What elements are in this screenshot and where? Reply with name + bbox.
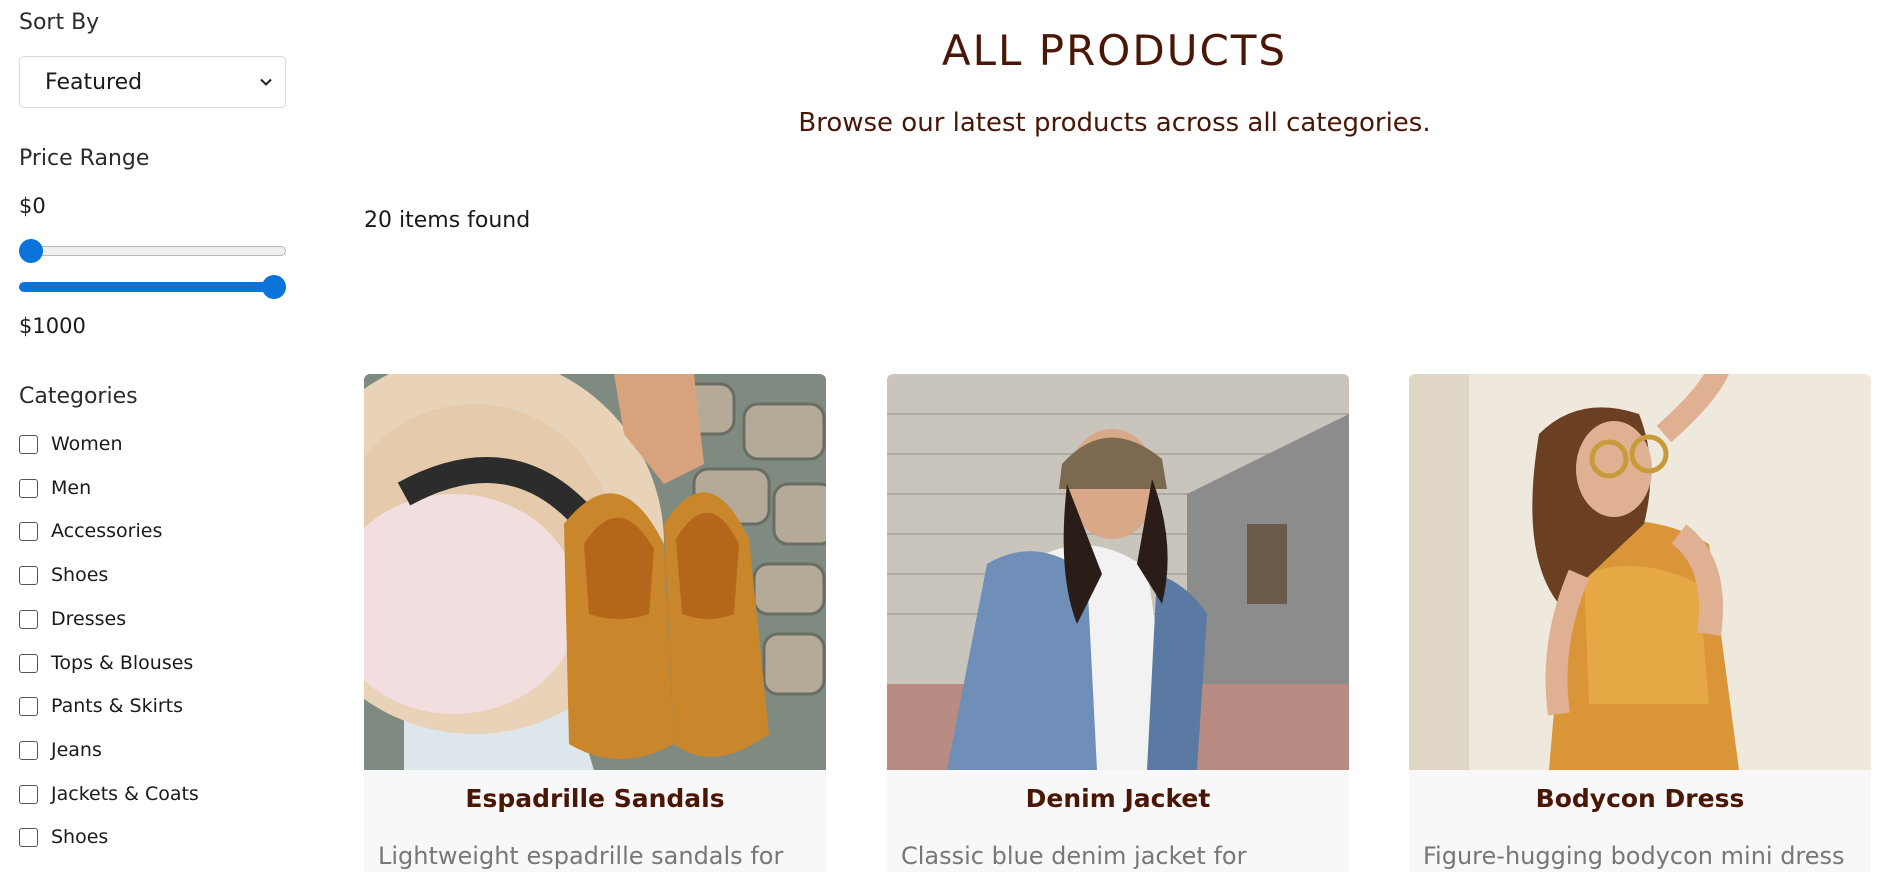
categories-label: Categories <box>19 384 138 409</box>
price-max-value: $1000 <box>19 314 86 338</box>
product-name[interactable]: Bodycon Dress <box>1409 784 1871 813</box>
price-min-slider[interactable] <box>19 239 286 263</box>
category-label: Women <box>51 433 123 455</box>
page-title: ALL PRODUCTS <box>941 26 1288 75</box>
price-min-value: $0 <box>19 194 46 218</box>
category-item[interactable]: Jackets & Coats <box>19 782 199 806</box>
category-checkbox[interactable] <box>19 565 38 585</box>
category-checkbox[interactable] <box>19 434 38 454</box>
product-name[interactable]: Espadrille Sandals <box>364 784 826 813</box>
slider-fill <box>19 282 286 292</box>
category-label: Pants & Skirts <box>51 695 184 717</box>
product-description: Classic blue denim jacket for <box>901 842 1247 870</box>
page-subtitle: Browse our latest products across all ca… <box>798 108 1431 138</box>
category-checkbox[interactable] <box>19 609 38 629</box>
price-max-slider[interactable] <box>19 275 286 299</box>
category-label: Jackets & Coats <box>51 783 199 805</box>
category-label: Shoes <box>51 564 109 586</box>
product-description: Lightweight espadrille sandals for <box>378 842 784 870</box>
results-count: 20 items found <box>364 208 531 233</box>
category-label: Men <box>51 477 92 499</box>
category-label: Jeans <box>51 739 102 761</box>
product-name[interactable]: Denim Jacket <box>887 784 1349 813</box>
category-label: Tops & Blouses <box>51 652 194 674</box>
category-item[interactable]: Accessories <box>19 519 162 543</box>
product-description: Figure-hugging bodycon mini dress <box>1423 842 1845 870</box>
product-image[interactable] <box>1409 374 1871 770</box>
slider-thumb[interactable] <box>19 239 43 263</box>
category-checkbox[interactable] <box>19 521 38 541</box>
category-label: Dresses <box>51 608 127 630</box>
category-item[interactable]: Men <box>19 476 91 500</box>
category-item[interactable]: Tops & Blouses <box>19 651 193 675</box>
sort-select[interactable]: Featured <box>19 56 286 108</box>
product-card[interactable]: Bodycon Dress Figure-hugging bodycon min… <box>1409 374 1871 872</box>
product-image[interactable] <box>364 374 826 770</box>
category-checkbox[interactable] <box>19 827 38 847</box>
category-checkbox[interactable] <box>19 478 38 498</box>
category-item[interactable]: Dresses <box>19 607 126 631</box>
category-label: Shoes <box>51 826 109 848</box>
category-item[interactable]: Jeans <box>19 738 102 762</box>
slider-thumb[interactable] <box>262 275 286 299</box>
product-card[interactable]: Espadrille Sandals Lightweight espadrill… <box>364 374 826 872</box>
product-image[interactable] <box>887 374 1349 770</box>
product-card[interactable]: Denim Jacket Classic blue denim jacket f… <box>887 374 1349 872</box>
category-checkbox[interactable] <box>19 696 38 716</box>
sort-select-value: Featured <box>45 69 143 95</box>
category-label: Accessories <box>51 520 163 542</box>
slider-track <box>19 246 286 256</box>
category-checkbox[interactable] <box>19 740 38 760</box>
price-range-label: Price Range <box>19 146 150 171</box>
category-item[interactable]: Shoes <box>19 825 108 849</box>
category-checkbox[interactable] <box>19 653 38 673</box>
chevron-down-icon <box>259 75 273 89</box>
category-item[interactable]: Women <box>19 432 123 456</box>
sort-by-label: Sort By <box>19 10 100 35</box>
category-item[interactable]: Shoes <box>19 563 108 587</box>
category-checkbox[interactable] <box>19 784 38 804</box>
category-item[interactable]: Pants & Skirts <box>19 694 183 718</box>
